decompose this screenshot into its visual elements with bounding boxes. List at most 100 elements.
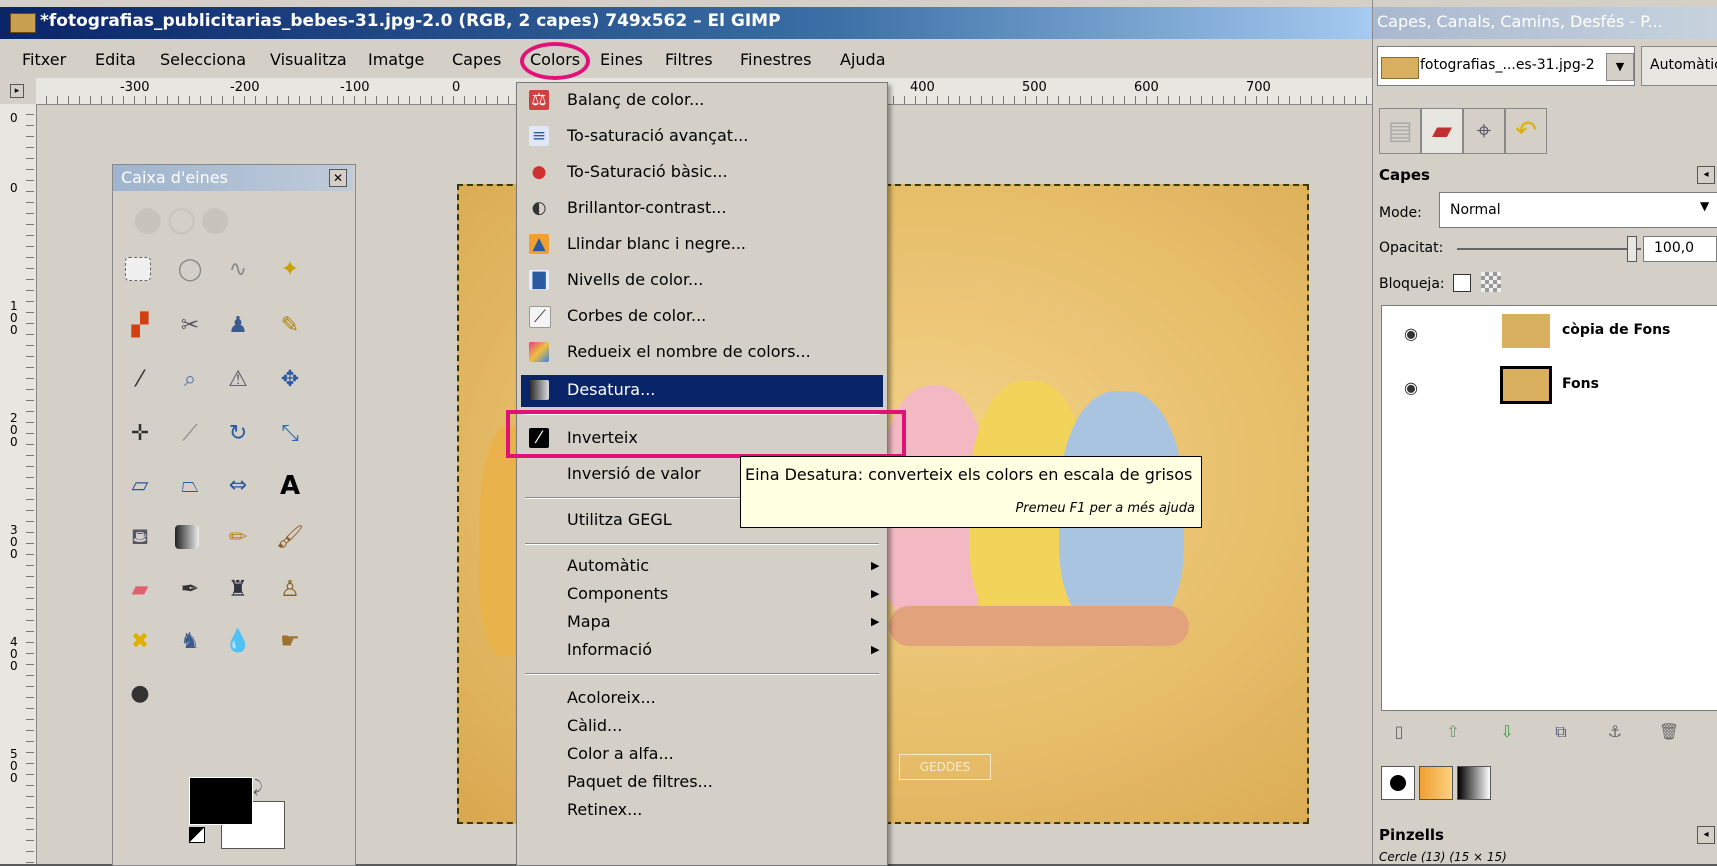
free-select-icon[interactable]: ∿	[223, 255, 253, 285]
menu-capes[interactable]: Capes	[452, 50, 501, 69]
opacity-slider[interactable]	[1457, 248, 1641, 250]
menu-item-colorize[interactable]: ● To-Saturació bàsic...	[517, 157, 887, 187]
tab-undo[interactable]: ↶	[1505, 108, 1547, 154]
scale-icon[interactable]: ⤡	[275, 419, 305, 449]
flip-icon[interactable]: ⇔	[223, 471, 253, 501]
close-icon[interactable]: ✕	[329, 169, 347, 187]
opacity-slider-handle[interactable]	[1627, 236, 1637, 262]
anchor-icon[interactable]: ⚓	[1603, 720, 1627, 744]
menu-filtres[interactable]: Filtres	[665, 50, 713, 69]
tab-brushes[interactable]	[1381, 766, 1415, 800]
menu-finestres[interactable]: Finestres	[740, 50, 811, 69]
menu-imatge[interactable]: Imatge	[368, 50, 424, 69]
menu-item-color-to-alpha[interactable]: Color a alfa...	[517, 739, 887, 769]
layer-row[interactable]: ◉ Fons	[1382, 360, 1717, 414]
tab-gradients[interactable]	[1457, 766, 1491, 800]
ruler-corner-button[interactable]: ▸	[0, 78, 37, 105]
menu-item-map[interactable]: Mapa ▶	[517, 607, 887, 637]
delete-layer-icon[interactable]: 🗑	[1657, 720, 1681, 744]
ellipse-select-icon[interactable]: ◯	[175, 255, 205, 285]
measure-icon[interactable]: ⚠	[223, 365, 253, 395]
menu-item-label: Inversió de valor	[567, 464, 701, 483]
paths-icon[interactable]: ✎	[275, 311, 305, 341]
ink-icon[interactable]: ♜	[223, 575, 253, 605]
zoom-icon[interactable]: ⌕	[175, 365, 205, 395]
dock-title-bar[interactable]: Capes, Canals, Camins, Desfés - P...	[1373, 7, 1717, 39]
menu-item-retinex[interactable]: Retinex...	[517, 795, 887, 825]
smudge-icon[interactable]: ☛	[275, 627, 305, 657]
menu-edita[interactable]: Edita	[95, 50, 136, 69]
tab-patterns[interactable]	[1419, 766, 1453, 800]
color-picker-icon[interactable]: ⁄	[125, 365, 155, 395]
perspective-clone-icon[interactable]: ♞	[175, 627, 205, 657]
paintbrush-icon[interactable]: 🖌	[275, 523, 305, 553]
gradient-icon[interactable]	[175, 525, 199, 549]
menu-selecciona[interactable]: Selecciona	[160, 50, 246, 69]
crop-icon[interactable]: ⟋	[175, 419, 205, 449]
opacity-spinbox[interactable]: 100,0	[1643, 236, 1717, 262]
menu-item-filter-pack[interactable]: Paquet de filtres...	[517, 767, 887, 797]
new-layer-icon[interactable]: ▯	[1387, 720, 1411, 744]
chevron-down-icon[interactable]: ▼	[1606, 53, 1634, 81]
foreground-color-swatch[interactable]	[189, 777, 253, 825]
foreground-select-icon[interactable]: ♟	[223, 311, 253, 341]
menu-item-levels[interactable]: ▇ Nivells de color...	[517, 265, 887, 295]
scissors-icon[interactable]: ✂	[175, 311, 205, 341]
menu-item-brightness-contrast[interactable]: ◐ Brillantor-contrast...	[517, 193, 887, 223]
auto-button[interactable]: Automàtic	[1641, 46, 1717, 86]
menu-fitxer[interactable]: Fitxer	[22, 50, 66, 69]
menu-item-info[interactable]: Informació ▶	[517, 635, 887, 665]
lock-pixels-checkbox[interactable]	[1453, 274, 1471, 292]
panel-menu-icon[interactable]: ◂	[1697, 166, 1715, 184]
image-select-dropdown[interactable]: fotografias_...es-31.jpg-2 ▼	[1377, 46, 1635, 86]
clone-icon[interactable]: ♙	[275, 575, 305, 605]
pencil-icon[interactable]: ✏	[223, 523, 253, 553]
menu-ajuda[interactable]: Ajuda	[840, 50, 886, 69]
dodge-burn-icon[interactable]: ●	[125, 679, 155, 709]
mode-select[interactable]: Normal ▼	[1439, 192, 1717, 228]
eraser-icon[interactable]: ▰	[125, 575, 155, 605]
blur-sharpen-icon[interactable]: 💧	[223, 627, 253, 657]
lock-alpha-icon[interactable]	[1481, 272, 1501, 292]
rect-select-icon[interactable]	[125, 257, 151, 281]
eye-icon[interactable]: ◉	[1404, 378, 1418, 397]
raise-layer-icon[interactable]: ⇧	[1441, 720, 1465, 744]
menu-eines[interactable]: Eines	[600, 50, 643, 69]
menu-item-components[interactable]: Components ▶	[517, 579, 887, 609]
menu-item-threshold[interactable]: ▲ Llindar blanc i negre...	[517, 229, 887, 259]
text-tool-icon[interactable]: A	[275, 471, 305, 501]
shear-icon[interactable]: ▱	[125, 471, 155, 501]
menu-item-warm[interactable]: Càlid...	[517, 711, 887, 741]
layer-row[interactable]: ◉ còpia de Fons	[1382, 306, 1717, 360]
airbrush-icon[interactable]: ✒	[175, 575, 205, 605]
ruler-tick: -200	[230, 80, 260, 95]
align-icon[interactable]: ✛	[125, 419, 155, 449]
menu-item-posterize[interactable]: Redueix el nombre de colors...	[517, 337, 887, 367]
menu-item-colorify[interactable]: Acoloreix...	[517, 683, 887, 713]
toolbox-title-bar[interactable]: Caixa d'eines ✕	[113, 165, 353, 191]
duplicate-layer-icon[interactable]: ⧉	[1549, 720, 1573, 744]
menu-item-curves[interactable]: ⟋ Corbes de color...	[517, 301, 887, 331]
layer-thumbnail	[1500, 366, 1552, 404]
default-colors-icon[interactable]	[189, 827, 205, 843]
menu-item-color-balance[interactable]: ⚖ Balanç de color...	[517, 85, 887, 115]
tab-layers[interactable]: ▰	[1421, 108, 1463, 154]
fuzzy-select-icon[interactable]: ✦	[275, 255, 305, 285]
menu-item-hue-saturation[interactable]: ≡ To-saturació avançat...	[517, 121, 887, 151]
heal-icon[interactable]: ✖	[125, 627, 155, 657]
tab-paths[interactable]: ⌖	[1463, 108, 1505, 154]
menu-item-auto[interactable]: Automàtic ▶	[517, 551, 887, 581]
select-by-color-icon[interactable]: ▞	[125, 311, 155, 341]
bucket-fill-icon[interactable]: ⛾	[125, 523, 155, 553]
tab-images[interactable]: ▤	[1379, 108, 1421, 154]
menu-item-desaturate[interactable]: Desatura...	[521, 375, 883, 407]
panel-menu-icon[interactable]: ◂	[1697, 826, 1715, 844]
menu-visualitza[interactable]: Visualitza	[270, 50, 347, 69]
swap-colors-icon[interactable]: ⤸	[253, 777, 263, 797]
perspective-icon[interactable]: ⏢	[175, 471, 205, 501]
title-bar[interactable]: *fotografias_publicitarias_bebes-31.jpg-…	[0, 7, 1372, 39]
lower-layer-icon[interactable]: ⇩	[1495, 720, 1519, 744]
rotate-icon[interactable]: ↻	[223, 419, 253, 449]
eye-icon[interactable]: ◉	[1404, 324, 1418, 343]
move-icon[interactable]: ✥	[275, 365, 305, 395]
